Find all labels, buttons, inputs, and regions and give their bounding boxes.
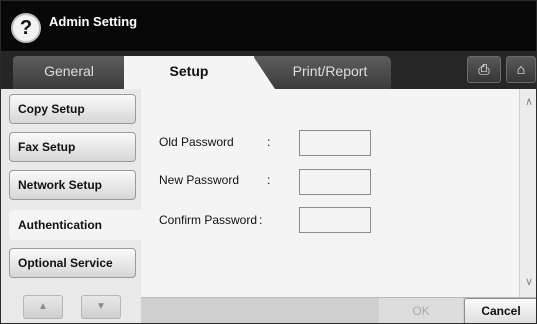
- new-password-field[interactable]: [299, 169, 371, 195]
- help-icon[interactable]: ?: [11, 13, 41, 43]
- left-menu: Copy Setup Fax Setup Network Setup Authe…: [1, 89, 141, 323]
- confirm-password-label: Confirm Password: [159, 213, 258, 227]
- new-password-colon: :: [267, 173, 271, 187]
- menu-item-network-setup[interactable]: Network Setup: [9, 170, 136, 200]
- menu-item-authentication[interactable]: Authentication: [9, 210, 141, 240]
- old-password-field[interactable]: [299, 130, 371, 156]
- scroll-down-icon[interactable]: ∨: [520, 273, 536, 291]
- tab-print-report-label: Print/Report: [292, 63, 368, 79]
- home-icon: ⌂: [516, 61, 526, 77]
- tab-bar: General Print/Report Setup ⎙ ⌂: [1, 51, 536, 89]
- tab-setup[interactable]: Setup: [124, 56, 254, 89]
- confirm-password-colon: :: [259, 213, 263, 227]
- action-bar: OK Cancel: [141, 297, 536, 323]
- scrollbar[interactable]: ∧ ∨: [519, 89, 536, 297]
- menu-down-button[interactable]: ▼: [81, 295, 121, 319]
- menu-item-copy-setup[interactable]: Copy Setup: [9, 94, 136, 124]
- menu-item-optional-service[interactable]: Optional Service: [9, 248, 136, 278]
- menu-item-fax-setup[interactable]: Fax Setup: [9, 132, 136, 162]
- new-password-label: New Password: [159, 173, 240, 187]
- window-title: Admin Setting: [49, 14, 138, 29]
- cancel-button[interactable]: Cancel: [464, 298, 536, 323]
- title-bar: ? Admin Setting: [1, 1, 536, 51]
- admin-setting-screen: ? Admin Setting General Print/Report Set…: [0, 0, 537, 324]
- tab-general[interactable]: General: [13, 56, 125, 89]
- arrow-up-icon: ▲: [38, 301, 48, 312]
- old-password-label: Old Password: [159, 135, 234, 149]
- home-button[interactable]: ⌂: [506, 56, 536, 83]
- ok-button[interactable]: OK: [379, 298, 463, 323]
- confirm-password-field[interactable]: [299, 207, 371, 233]
- tray-save-icon: ⎙: [478, 61, 490, 77]
- save-job-button[interactable]: ⎙: [467, 56, 501, 83]
- menu-up-button[interactable]: ▲: [23, 295, 63, 319]
- arrow-down-icon: ▼: [96, 301, 106, 312]
- content-panel: Old Password : New Password : Confirm Pa…: [141, 89, 536, 323]
- tab-setup-edge: [253, 56, 275, 89]
- scroll-up-icon[interactable]: ∧: [520, 93, 536, 111]
- old-password-colon: :: [267, 135, 271, 149]
